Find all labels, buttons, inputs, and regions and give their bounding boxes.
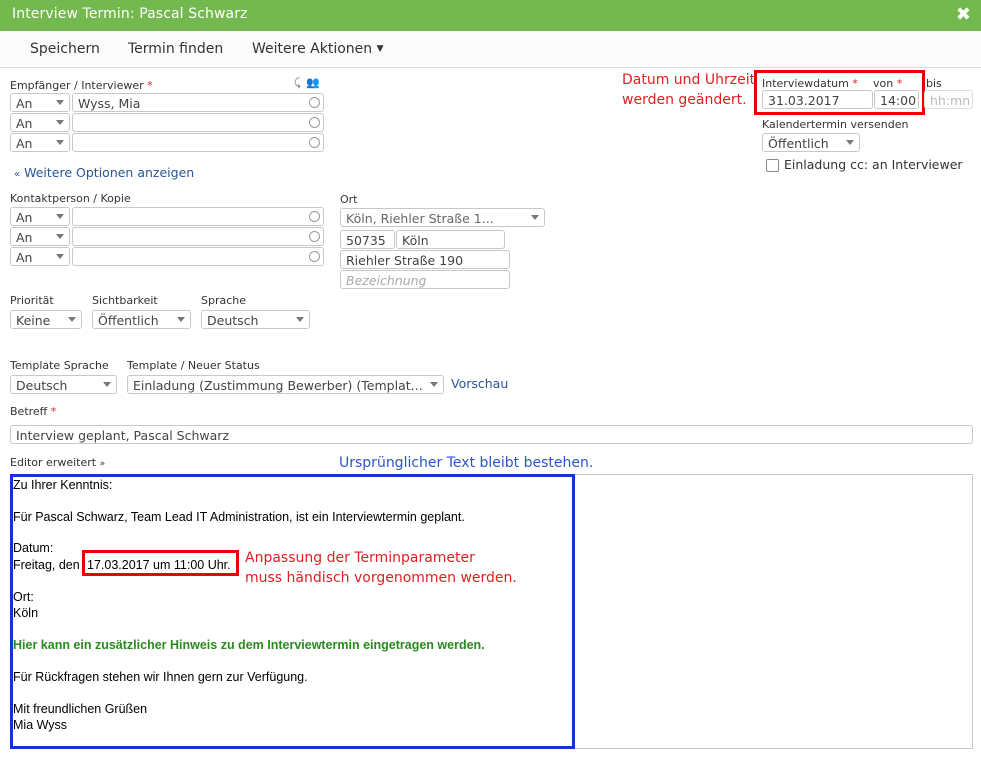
annotation-datetime: Datum und Uhrzeit werden geändert.	[622, 70, 755, 110]
radio-icon[interactable]	[309, 231, 320, 242]
caret-down-icon: ▼	[376, 44, 384, 54]
recipient-type-select-2[interactable]: An	[10, 113, 70, 132]
to-label: bis	[926, 77, 942, 90]
more-actions-button[interactable]: Weitere Aktionen ▼	[252, 41, 384, 57]
city-input[interactable]: Köln	[396, 230, 505, 249]
more-options-label: Weitere Optionen anzeigen	[24, 165, 195, 180]
zip-input[interactable]: 50735	[340, 230, 395, 249]
chevron-down-icon	[56, 214, 64, 219]
designation-input[interactable]: Bezeichnung	[340, 270, 510, 289]
window-titlebar: Interview Termin: Pascal Schwarz ✖	[0, 0, 981, 31]
contact-type-select-2[interactable]: An	[10, 227, 70, 246]
recipient-input-3[interactable]	[72, 133, 324, 152]
location-select[interactable]: Köln, Riehler Straße 1...	[340, 208, 545, 227]
cc-label: Einladung cc: an Interviewer	[784, 157, 963, 172]
more-options-link[interactable]: « Weitere Optionen anzeigen	[14, 165, 194, 180]
contact-type-select-1[interactable]: An	[10, 207, 70, 226]
interview-date-input[interactable]: 31.03.2017	[762, 90, 873, 109]
radio-icon[interactable]	[309, 137, 320, 148]
preview-link[interactable]: Vorschau	[451, 376, 508, 391]
template-language-select[interactable]: Deutsch	[10, 375, 117, 394]
chevron-down-icon	[531, 215, 539, 220]
contact-label: Kontaktperson / Kopie	[10, 192, 131, 205]
chevron-down-icon	[56, 140, 64, 145]
more-actions-label: Weitere Aktionen	[252, 41, 373, 57]
editor-line: Für Rückfragen stehen wir Ihnen gern zur…	[13, 670, 308, 684]
template-select[interactable]: Einladung (Zustimmung Bewerber) (Templat…	[127, 375, 444, 394]
priority-select[interactable]: Keine	[10, 310, 82, 329]
editor-line: Mit freundlichen Grüßen	[13, 702, 148, 716]
radio-icon[interactable]	[309, 211, 320, 222]
radio-icon[interactable]	[309, 117, 320, 128]
language-select[interactable]: Deutsch	[201, 310, 310, 329]
street-input[interactable]: Riehler Straße 190	[340, 250, 510, 269]
close-icon[interactable]: ✖	[956, 4, 971, 25]
save-button[interactable]: Speichern	[30, 41, 100, 57]
editor-line: Ort:	[13, 590, 34, 604]
calendar-select[interactable]: Öffentlich	[762, 133, 860, 152]
double-chevron-down-icon: »	[99, 459, 106, 469]
chevron-down-icon	[56, 254, 64, 259]
editor-mode-toggle[interactable]: Editor erweitert »	[10, 456, 105, 469]
window-title: Interview Termin: Pascal Schwarz	[12, 6, 248, 22]
toolbar: Speichern Termin finden Weitere Aktionen…	[0, 31, 981, 68]
chevron-down-icon	[56, 234, 64, 239]
group-icon[interactable]: 👥	[306, 76, 320, 89]
chevron-down-icon	[846, 140, 854, 145]
chevron-down-icon	[430, 382, 438, 387]
subject-input[interactable]: Interview geplant, Pascal Schwarz	[10, 425, 973, 444]
chevron-down-icon	[56, 100, 64, 105]
recipient-type-select-3[interactable]: An	[10, 133, 70, 152]
cc-checkbox[interactable]	[766, 159, 779, 172]
location-label: Ort	[340, 193, 358, 206]
visibility-select[interactable]: Öffentlich	[92, 310, 191, 329]
template-label: Template / Neuer Status	[127, 359, 260, 372]
editor-line: Datum:	[13, 541, 54, 555]
subject-label: Betreff *	[10, 405, 57, 418]
annotation-adjust-line2: muss händisch vorgenommen werden.	[245, 570, 517, 586]
editor-line: Zu Ihrer Kenntnis:	[13, 478, 113, 492]
annotation-original-text: Ursprünglicher Text bleibt bestehen.	[339, 455, 594, 471]
editor-line: Köln	[13, 606, 39, 620]
editor-hint-line: Hier kann ein zusätzlicher Hinweis zu de…	[13, 638, 485, 652]
chevron-down-icon	[56, 120, 64, 125]
recipient-input-2[interactable]	[72, 113, 324, 132]
visibility-label: Sichtbarkeit	[92, 294, 158, 307]
contact-type-select-3[interactable]: An	[10, 247, 70, 266]
recipient-input-1[interactable]: Wyss, Mia	[72, 93, 324, 112]
chevron-down-icon	[103, 382, 111, 387]
annotation-datetime-line1: Datum und Uhrzeit	[622, 72, 756, 88]
contact-input-3[interactable]	[72, 247, 324, 266]
date-highlight	[82, 550, 239, 576]
priority-label: Priorität	[10, 294, 54, 307]
editor-line: Freitag, den	[13, 558, 80, 572]
chevron-down-icon	[296, 317, 304, 322]
language-label: Sprache	[201, 294, 247, 307]
calendar-label: Kalendertermin versenden	[762, 118, 909, 131]
contact-input-1[interactable]	[72, 207, 324, 226]
radio-icon[interactable]	[309, 97, 320, 108]
annotation-datetime-line2: werden geändert.	[622, 92, 747, 108]
annotation-adjust: Anpassung der Terminparameter muss händi…	[245, 548, 517, 588]
annotation-adjust-line1: Anpassung der Terminparameter	[245, 550, 475, 566]
recipients-label: Empfänger / Interviewer *	[10, 79, 153, 92]
radio-icon[interactable]	[309, 251, 320, 262]
chevron-down-icon	[177, 317, 185, 322]
contact-input-2[interactable]	[72, 227, 324, 246]
double-chevron-up-icon: «	[14, 169, 21, 180]
editor-line: Für Pascal Schwarz, Team Lead IT Adminis…	[13, 510, 465, 524]
recipient-type-select-1[interactable]: An	[10, 93, 70, 112]
template-language-label: Template Sprache	[10, 359, 109, 372]
to-time-input[interactable]: hh:mn	[924, 90, 973, 109]
editor-line: Mia Wyss	[13, 718, 68, 732]
from-time-input[interactable]: 14:00	[874, 90, 919, 109]
from-label: von *	[873, 77, 903, 90]
swap-icon[interactable]: ⤹	[294, 76, 301, 90]
interview-date-label: Interviewdatum *	[762, 77, 858, 90]
find-appointment-button[interactable]: Termin finden	[128, 41, 223, 57]
chevron-down-icon	[68, 317, 76, 322]
